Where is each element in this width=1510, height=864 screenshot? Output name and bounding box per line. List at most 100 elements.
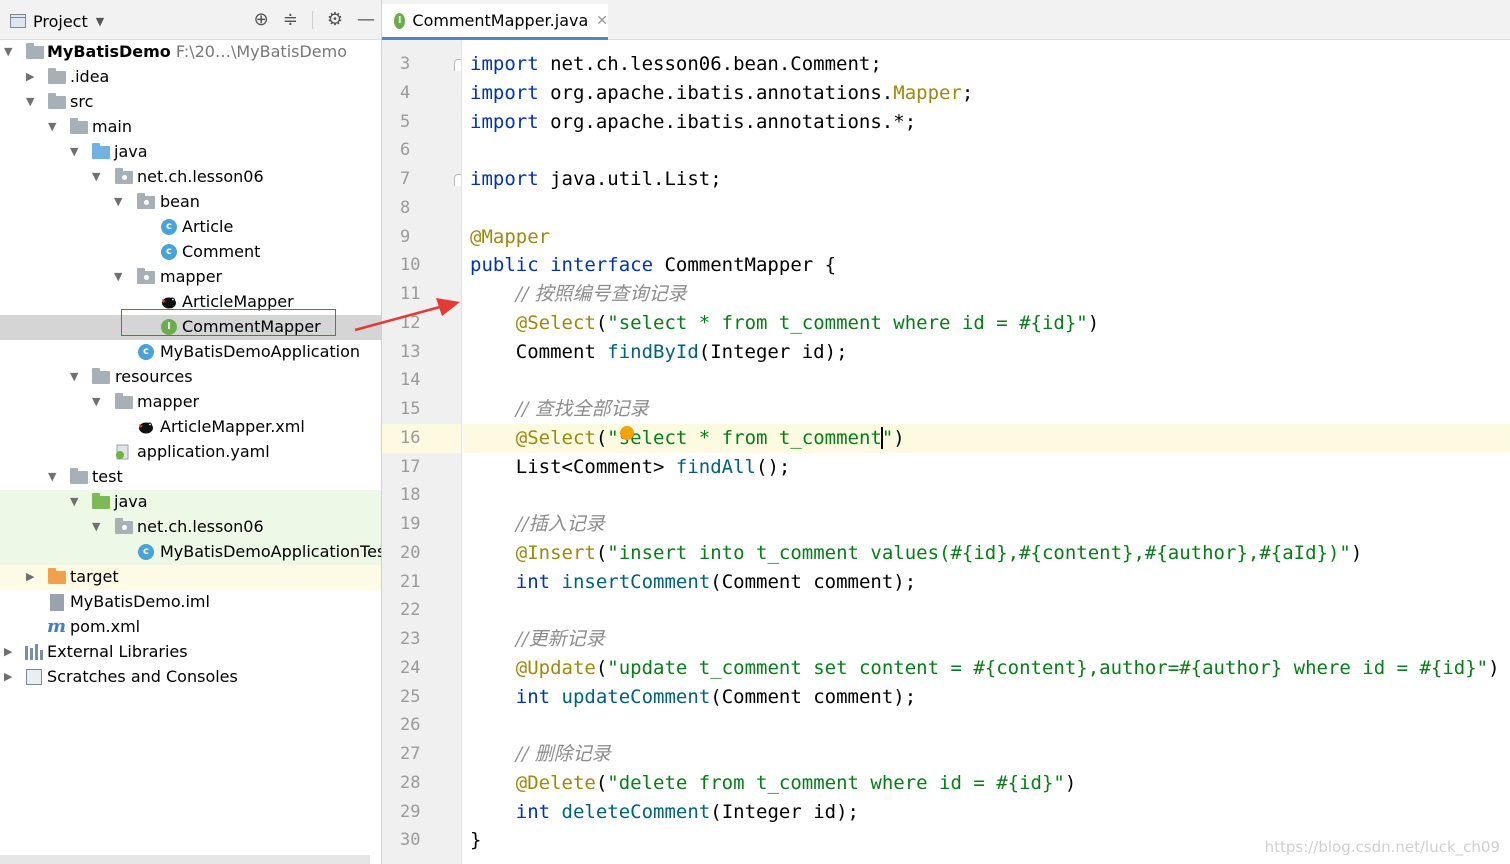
line-number: 23 <box>400 629 421 649</box>
tree-item-label: Comment <box>182 242 261 261</box>
tree-item-application[interactable]: c MyBatisDemoApplication <box>0 340 381 365</box>
highlight-box <box>121 309 336 336</box>
scratches-icon <box>26 669 42 685</box>
chevron-right-icon[interactable]: ▶ <box>26 571 38 583</box>
minimize-icon[interactable]: — <box>357 9 375 30</box>
line-number: 7 <box>400 169 411 189</box>
project-view-selector[interactable]: Project ▼ <box>10 10 104 32</box>
chevron-right-icon[interactable]: ▶ <box>4 646 16 658</box>
chevron-down-icon[interactable]: ▼ <box>48 471 60 483</box>
tree-item-comment[interactable]: c Comment <box>0 240 381 265</box>
line-number: 2 <box>382 40 461 50</box>
tree-item-test-package[interactable]: ▼ net.ch.lesson06 <box>0 515 381 540</box>
code-line-15: // 查找全部记录 <box>515 398 649 420</box>
tree-item-iml[interactable]: MyBatisDemo.iml <box>0 590 381 615</box>
line-number: 11 <box>400 284 421 304</box>
tree-item-label: application.yaml <box>137 442 270 461</box>
close-icon[interactable]: ✕ <box>596 13 608 29</box>
tree-item-java[interactable]: ▼ java <box>0 140 381 165</box>
tree-item-scratches[interactable]: ▶ Scratches and Consoles <box>0 665 381 690</box>
chevron-right-icon[interactable]: ▶ <box>26 71 38 83</box>
chevron-down-icon[interactable]: ▼ <box>70 371 82 383</box>
line-number: 29 <box>400 801 421 822</box>
lightbulb-icon[interactable] <box>620 426 634 440</box>
tree-item-target[interactable]: ▶ target <box>0 565 381 590</box>
tree-item-tests[interactable]: c MyBatisDemoApplicationTests <box>0 540 381 565</box>
chevron-down-icon[interactable]: ▼ <box>26 96 38 108</box>
tree-item-package[interactable]: ▼ net.ch.lesson06 <box>0 165 381 190</box>
line-number: 6 <box>400 140 411 161</box>
package-icon <box>115 518 133 534</box>
tree-item-test[interactable]: ▼ test <box>0 465 381 490</box>
tree-item-idea[interactable]: ▶ .idea <box>0 65 381 90</box>
folder-icon <box>70 118 88 134</box>
folder-icon <box>48 68 66 84</box>
tree-item-resources[interactable]: ▼ resources <box>0 365 381 390</box>
tree-item-application-yaml[interactable]: application.yaml <box>0 440 381 465</box>
chevron-down-icon[interactable]: ▼ <box>48 121 60 133</box>
project-icon <box>10 14 26 28</box>
line-number: 20 <box>400 542 421 563</box>
line-number: 28 <box>400 772 421 793</box>
tab-label: CommentMapper.java <box>412 11 589 30</box>
line-number: 30 <box>400 830 421 851</box>
mybatis-icon <box>162 297 176 309</box>
gear-icon[interactable]: ⚙ <box>327 9 343 30</box>
iml-file-icon <box>50 594 64 611</box>
maven-icon: m <box>47 616 67 637</box>
tree-item-test-java[interactable]: ▼ java <box>0 490 381 515</box>
line-number: 16 <box>382 423 461 453</box>
target-icon[interactable]: ⊕ <box>254 9 269 30</box>
tree-item-main[interactable]: ▼ main <box>0 115 381 140</box>
horizontal-scrollbar[interactable] <box>0 855 370 864</box>
tree-item-label: Article <box>182 217 234 236</box>
chevron-down-icon[interactable]: ▼ <box>92 396 104 408</box>
code-line-5: import org.apache.ibatis.annotations.*; <box>470 110 917 133</box>
chevron-down-icon[interactable]: ▼ <box>92 171 104 183</box>
tree-item-pom[interactable]: m pom.xml <box>0 615 381 640</box>
code-area[interactable]: import net.ch.lesson06.bean.Comment; imp… <box>463 40 1510 864</box>
chevron-down-icon[interactable]: ▼ <box>70 496 82 508</box>
folder-icon <box>70 468 88 484</box>
code-line-27: // 删除记录 <box>515 743 611 765</box>
package-icon <box>115 168 133 184</box>
code-line-7: import java.util.List; <box>470 168 722 190</box>
mybatis-xml-icon <box>139 422 153 434</box>
chevron-down-icon[interactable]: ▼ <box>114 271 126 283</box>
code-line-3: import net.ch.lesson06.bean.Comment; <box>470 53 882 75</box>
tree-item-label: target <box>70 567 119 586</box>
line-number: 17 <box>400 456 421 477</box>
line-number: 24 <box>400 657 421 678</box>
package-icon <box>137 268 155 284</box>
collapse-icon[interactable]: ≑ <box>283 9 298 30</box>
line-number: 8 <box>400 197 411 218</box>
tree-item-label: java <box>114 142 148 161</box>
tree-item-mybatisdemo[interactable]: ▼ MyBatisDemo F:\20…\MyBatisDemo <box>0 40 381 65</box>
code-line-20: @Insert("insert into t_comment values(#{… <box>515 541 1363 564</box>
chevron-right-icon[interactable]: ▶ <box>4 671 16 683</box>
tree-item-src[interactable]: ▼ src <box>0 90 381 115</box>
fold-icon[interactable] <box>454 174 461 186</box>
tree-item-res-mapper[interactable]: ▼ mapper <box>0 390 381 415</box>
tree-item-bean[interactable]: ▼ bean <box>0 190 381 215</box>
fold-icon[interactable] <box>454 59 461 71</box>
tree-item-article[interactable]: c Article <box>0 215 381 240</box>
chevron-down-icon[interactable]: ▼ <box>114 196 126 208</box>
tree-item-articlemapper-xml[interactable]: ArticleMapper.xml <box>0 415 381 440</box>
tree-item-mapper[interactable]: ▼ mapper <box>0 265 381 290</box>
chevron-down-icon[interactable]: ▼ <box>92 521 104 533</box>
code-line-11: // 按照编号查询记录 <box>515 283 687 305</box>
line-number: 22 <box>400 600 421 621</box>
tree-item-label: net.ch.lesson06 <box>137 167 264 186</box>
code-line-24: @Update("update t_comment set content = … <box>515 656 1500 679</box>
libraries-icon <box>25 644 43 660</box>
chevron-down-icon[interactable]: ▼ <box>4 46 16 58</box>
line-number: 26 <box>400 715 421 736</box>
line-number: 21 <box>400 571 421 592</box>
tab-commentmapper[interactable]: I CommentMapper.java ✕ <box>382 4 608 40</box>
chevron-down-icon[interactable]: ▼ <box>70 146 82 158</box>
yaml-file-icon <box>116 444 129 460</box>
spring-boot-class-icon: c <box>138 344 154 360</box>
test-folder-icon <box>92 493 110 509</box>
tree-item-external-libraries[interactable]: ▶ External Libraries <box>0 640 381 665</box>
